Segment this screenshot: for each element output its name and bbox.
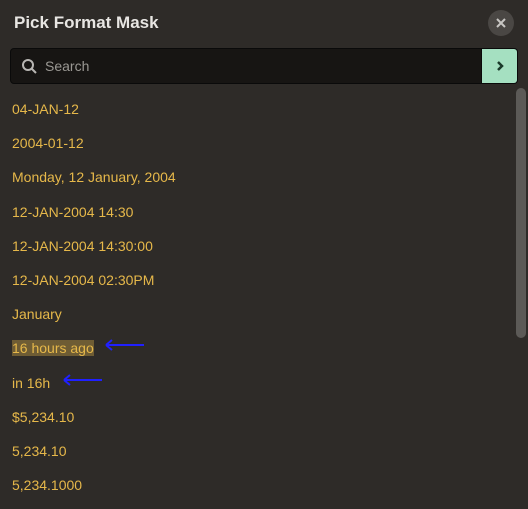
list-item[interactable]: 12-JAN-2004 14:30:00 — [0, 229, 528, 263]
list-item-label: 12-JAN-2004 14:30 — [12, 204, 133, 220]
dialog-header: Pick Format Mask — [0, 0, 528, 44]
format-mask-dialog: Pick Format Mask 04-JAN-12 2004-01-12 Mond… — [0, 0, 528, 509]
list-item-label: 12-JAN-2004 14:30:00 — [12, 238, 153, 254]
list-container: 04-JAN-12 2004-01-12 Monday, 12 January, 2… — [0, 92, 528, 509]
list-item[interactable]: 2004-01-12 — [0, 126, 528, 160]
arrow-left-icon — [58, 372, 104, 388]
list-item[interactable]: $5,234.10 — [0, 400, 528, 434]
close-button[interactable] — [488, 10, 514, 36]
search-box[interactable] — [10, 48, 482, 84]
list-item-label: in 16h — [12, 375, 50, 391]
list-item[interactable]: Monday, 12 January, 2004 — [0, 160, 528, 194]
list-item[interactable]: January — [0, 297, 528, 331]
dialog-title: Pick Format Mask — [14, 13, 159, 33]
chevron-right-icon — [494, 60, 506, 72]
list-item[interactable]: 5,234.1000 — [0, 468, 528, 502]
scrollbar-thumb[interactable] — [516, 88, 526, 338]
list-item[interactable]: 12-JAN-2004 02:30PM — [0, 263, 528, 297]
list-item-label: 12-JAN-2004 02:30PM — [12, 272, 154, 288]
search-submit-button[interactable] — [482, 48, 518, 84]
close-icon — [494, 16, 508, 30]
list-item[interactable]: 5,234.10 — [0, 434, 528, 468]
list-item-label: 2004-01-12 — [12, 135, 84, 151]
list-item[interactable]: in 16h — [0, 366, 528, 400]
search-input[interactable] — [45, 58, 471, 74]
arrow-annotation — [100, 337, 146, 357]
search-icon — [21, 58, 37, 74]
list-item[interactable]: 04-JAN-12 — [0, 92, 528, 126]
arrow-left-icon — [100, 337, 146, 353]
list-item-label: 04-JAN-12 — [12, 101, 79, 117]
list-item-label: Monday, 12 January, 2004 — [12, 169, 176, 185]
list-item-label: $5,234.10 — [12, 409, 74, 425]
list-item-label: 16 hours ago — [12, 340, 94, 356]
arrow-annotation — [58, 372, 104, 392]
list-item-label: 5,234.1000 — [12, 477, 82, 493]
list-item-label: 5,234.10 — [12, 443, 67, 459]
list-item[interactable]: 16 hours ago — [0, 331, 528, 365]
format-list: 04-JAN-12 2004-01-12 Monday, 12 January, 2… — [0, 92, 528, 508]
search-row — [0, 44, 528, 92]
list-item[interactable]: 12-JAN-2004 14:30 — [0, 195, 528, 229]
list-item-label: January — [12, 306, 62, 322]
